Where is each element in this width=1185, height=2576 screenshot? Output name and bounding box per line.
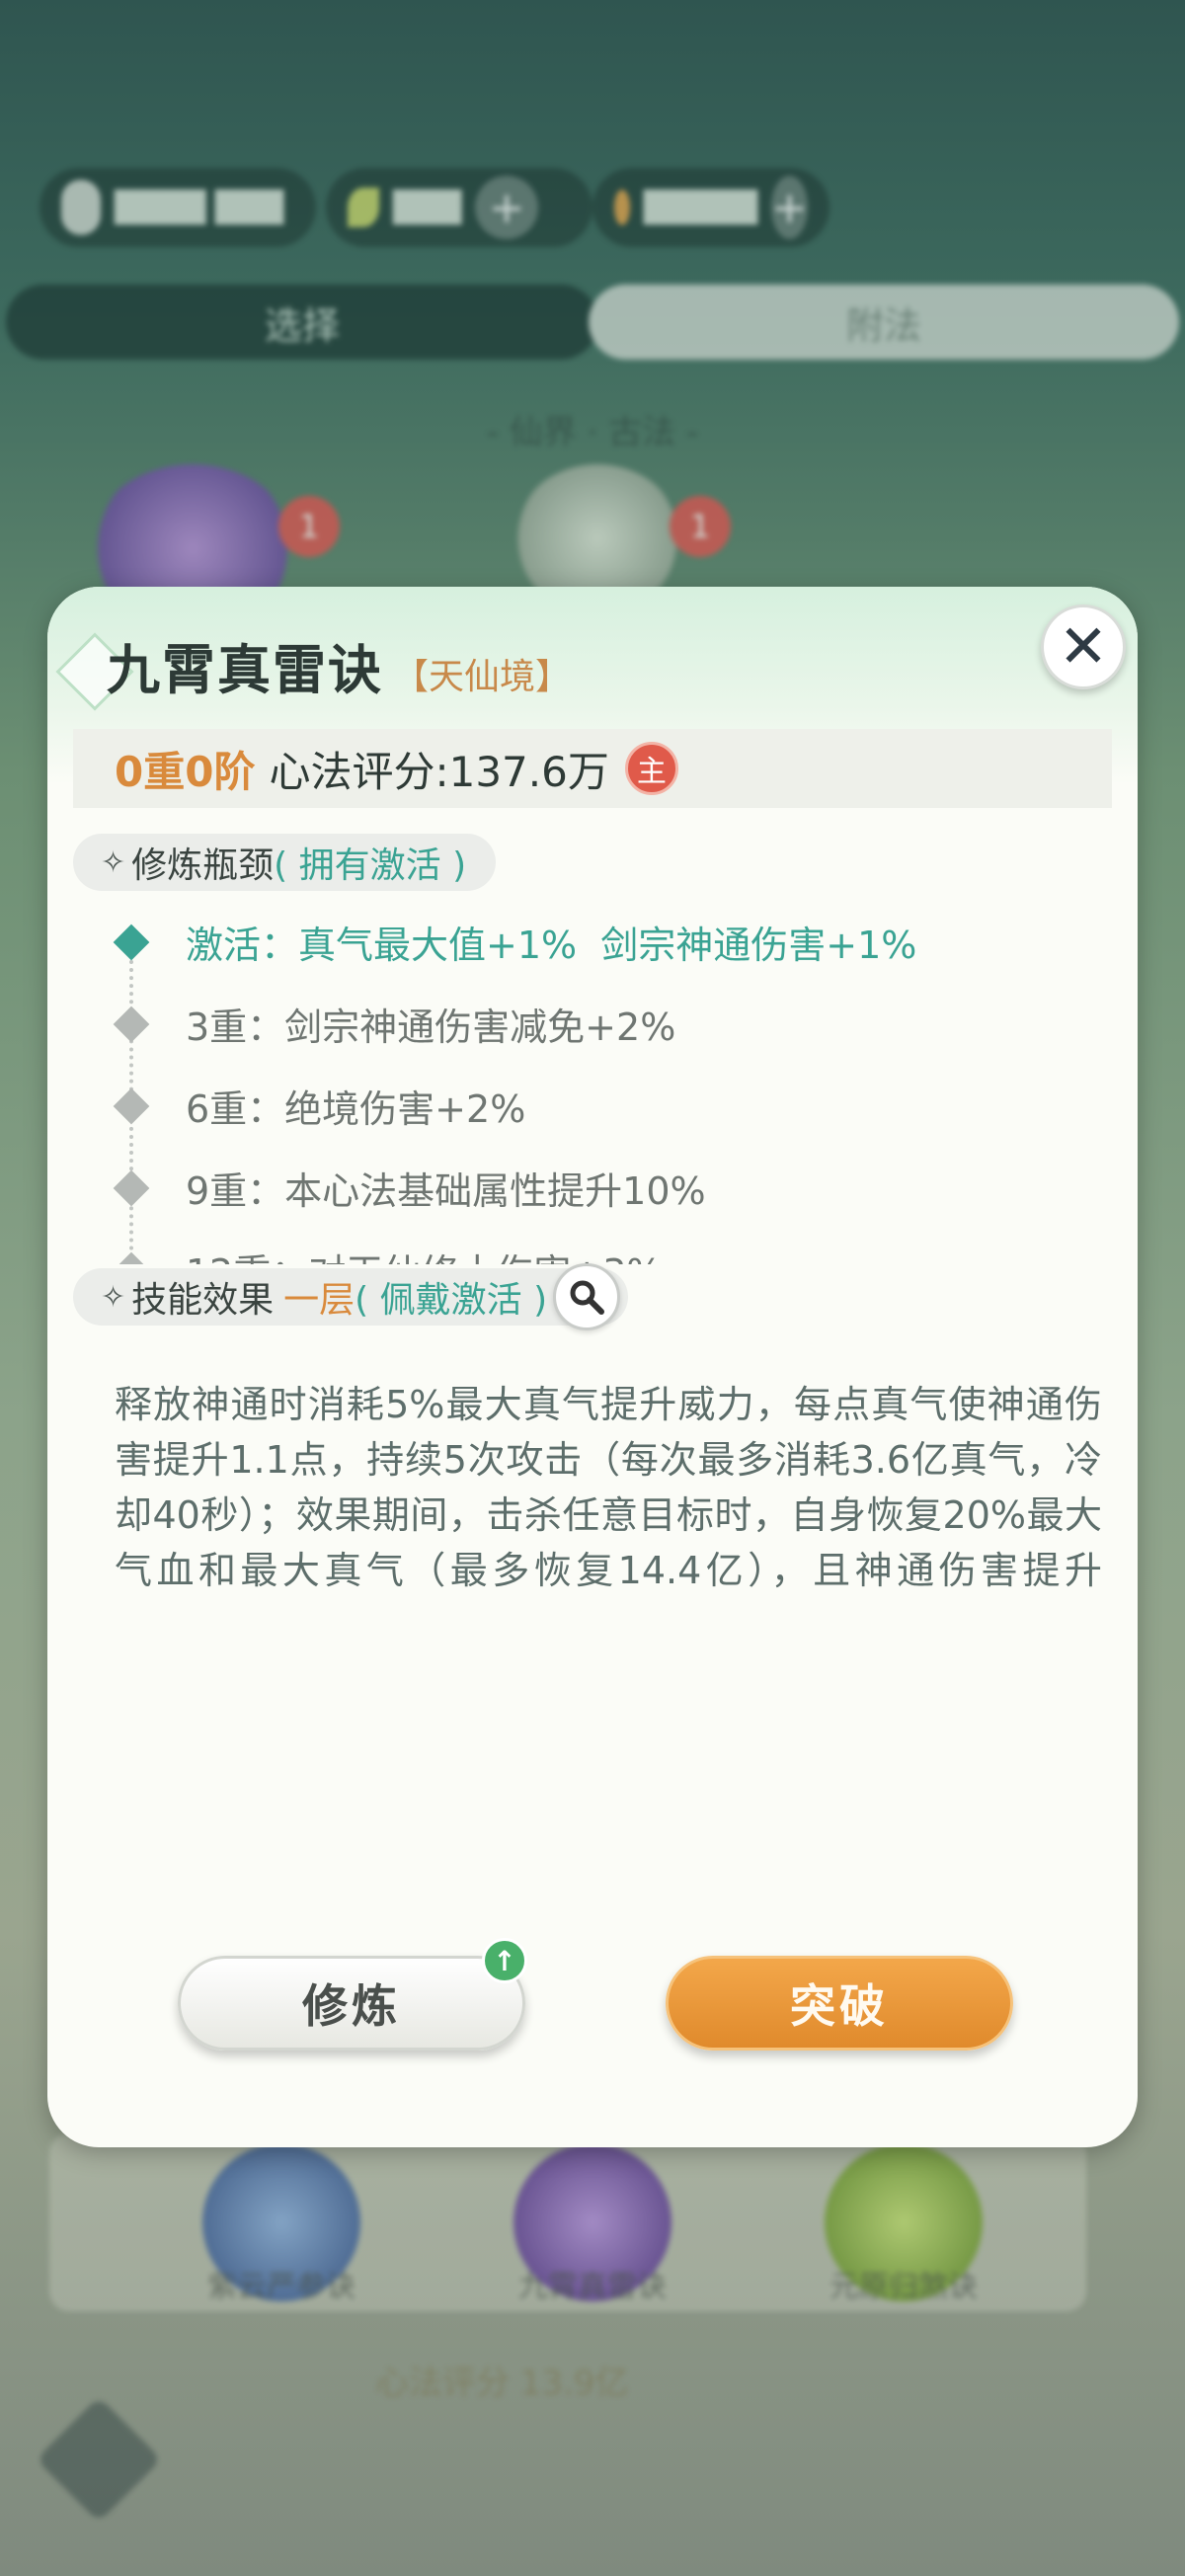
skill-label: 紫云严参诀 [207, 2270, 356, 2304]
resource-pill-2[interactable]: ███ + [326, 168, 592, 247]
resource-pill-1: ████ ███ [40, 168, 316, 247]
bottleneck-text: 激活：真气最大值+1% 剑宗神通伤害+1% [186, 924, 917, 967]
coin-icon [614, 190, 630, 225]
main-technique-badge: 主 [624, 742, 678, 795]
background-score: 心法评分 13.9亿 [375, 2364, 629, 2403]
technique-title: 九霄真雷诀 [107, 639, 383, 701]
upgrade-arrow-icon: ↑ [482, 1938, 527, 1983]
resource-pill-3[interactable]: █████ + [592, 168, 830, 247]
skill-label: 九霄真雷诀 [518, 2270, 667, 2304]
bottleneck-status: ( 拥有激活 ) [274, 845, 467, 886]
background-tabs: 选择 附法 [6, 284, 1179, 360]
list-item: 3重：剑宗神通伤害减免+2% [111, 983, 1098, 1065]
list-item: 9重：本心法基础属性提升10% [111, 1147, 1098, 1229]
sparkle-icon: ✧ [101, 1279, 126, 1315]
tab-select[interactable]: 选择 [6, 284, 598, 360]
skill-description[interactable]: 释放神通时消耗5%最大真气提升威力，每点真气使神通伤害提升1.1点，持续5次攻击… [115, 1377, 1102, 1604]
resource-value: ████ ███ [115, 190, 284, 225]
close-icon: ✕ [1058, 612, 1109, 682]
skill-effect-label: 技能效果 [131, 1280, 275, 1321]
resource-value: █████ [643, 190, 758, 225]
background-subtitle: - 仙界 · 古法 - [486, 413, 699, 452]
bottleneck-text: 6重：绝境伤害+2% [186, 1087, 526, 1131]
diamond-bullet-icon [113, 1006, 150, 1042]
technique-score: 心法评分:137.6万 [269, 747, 609, 796]
skill-effect-section-header: ✧ 技能效果 一层 ( 佩戴激活 ) [73, 1263, 629, 1330]
diamond-bullet-icon [113, 1251, 150, 1264]
bottleneck-text: 12重：对天仙修士伤害+3% [186, 1243, 662, 1264]
avatar [61, 180, 101, 235]
technique-detail-dialog: 九霄真雷诀 【天仙境】 ✕ 0重0阶 心法评分:137.6万 主 ✧ 修炼瓶颈 … [47, 587, 1138, 2147]
magnifier-button[interactable] [553, 1263, 621, 1330]
leaf-icon [348, 188, 379, 227]
diamond-bullet-icon [113, 1169, 150, 1206]
skill-level: 一层 [283, 1280, 356, 1321]
menu-icon[interactable] [36, 2396, 162, 2523]
search-icon [570, 1280, 605, 1315]
tab-attach[interactable]: 附法 [589, 284, 1179, 360]
realm-label: 【天仙境】 [393, 657, 572, 697]
bottleneck-list[interactable]: 激活：真气最大值+1% 剑宗神通伤害+1% 3重：剑宗神通伤害减免+2% 6重：… [111, 901, 1098, 1264]
add-resource-icon[interactable]: + [771, 176, 808, 239]
resource-value: ███ [393, 190, 462, 225]
add-resource-icon[interactable]: + [475, 176, 539, 239]
score-bar: 0重0阶 心法评分:137.6万 主 [73, 729, 1112, 808]
tier-level: 0重0阶 [115, 747, 256, 796]
close-button[interactable]: ✕ [1041, 604, 1126, 689]
bottleneck-text: 3重：剑宗神通伤害减免+2% [186, 1006, 676, 1049]
notification-badge: 1 [278, 496, 340, 557]
diamond-bullet-icon [113, 924, 150, 960]
diamond-bullet-icon [113, 1087, 150, 1124]
dialog-title-row: 九霄真雷诀 【天仙境】 [55, 626, 572, 711]
breakthrough-button[interactable]: 突破 [666, 1956, 1013, 2051]
skill-label: 元原归煞诀 [830, 2270, 978, 2304]
bottleneck-label: 修炼瓶颈 [131, 845, 275, 886]
cultivate-button[interactable]: 修炼 [178, 1956, 525, 2051]
skill-effect-status: ( 佩戴激活 ) [355, 1280, 548, 1321]
list-item: 激活：真气最大值+1% 剑宗神通伤害+1% [111, 901, 1098, 983]
bottleneck-text: 9重：本心法基础属性提升10% [186, 1169, 706, 1213]
list-item: 6重：绝境伤害+2% [111, 1065, 1098, 1147]
list-item: 12重：对天仙修士伤害+3% [111, 1229, 1098, 1264]
bottleneck-section-header: ✧ 修炼瓶颈 ( 拥有激活 ) [73, 834, 497, 891]
notification-badge: 1 [670, 496, 731, 557]
sparkle-icon: ✧ [101, 845, 126, 880]
